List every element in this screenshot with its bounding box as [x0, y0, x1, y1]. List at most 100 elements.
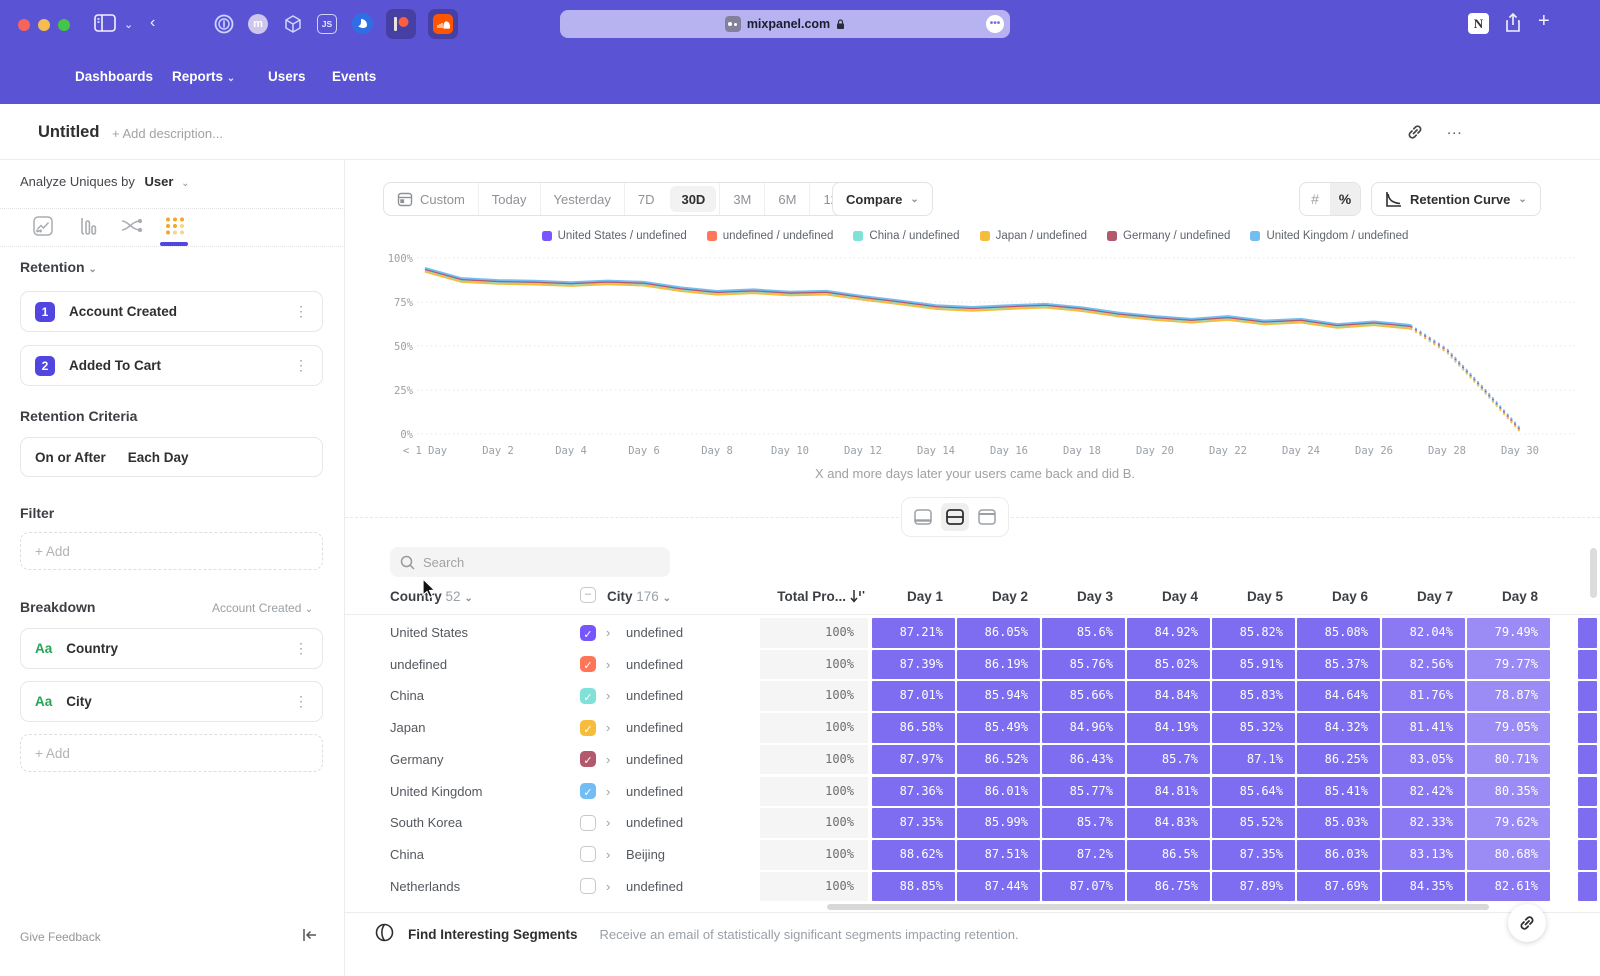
report-title[interactable]: Untitled	[38, 123, 99, 142]
retention-cell[interactable]: 87.07%	[1042, 872, 1125, 902]
expand-row-icon[interactable]: ›	[606, 650, 610, 680]
retention-cell[interactable]: 86.43%	[1042, 745, 1125, 775]
row-checkbox[interactable]	[580, 846, 596, 862]
retention-cell[interactable]: 85.49%	[957, 713, 1040, 743]
retention-cell[interactable]: 85.32%	[1212, 713, 1295, 743]
nav-events[interactable]: Events	[332, 69, 376, 84]
extension-onepassword-icon[interactable]	[214, 14, 234, 34]
analyze-uniques-row[interactable]: Analyze Uniques by User ⌄	[20, 174, 189, 189]
retention-cell[interactable]: 84.32%	[1297, 713, 1380, 743]
retention-cell[interactable]: 82.33%	[1382, 808, 1465, 838]
retention-cell[interactable]: 84.96%	[1042, 713, 1125, 743]
legend-item[interactable]: undefined / undefined	[707, 230, 834, 242]
retention-cell[interactable]: 85.7%	[1127, 745, 1210, 775]
add-description[interactable]: + Add description...	[112, 126, 223, 141]
legend-item[interactable]: United Kingdom / undefined	[1250, 230, 1408, 242]
expand-row-icon[interactable]: ›	[606, 808, 610, 838]
nav-users[interactable]: Users	[268, 69, 306, 84]
retention-cell[interactable]: 86.01%	[957, 777, 1040, 807]
give-feedback-link[interactable]: Give Feedback	[20, 930, 101, 944]
column-day[interactable]: Day 7	[1382, 589, 1465, 604]
retention-cell[interactable]: 85.03%	[1297, 808, 1380, 838]
retention-cell[interactable]: 86.25%	[1297, 745, 1380, 775]
retention-cell[interactable]: 87.44%	[957, 872, 1040, 902]
column-total[interactable]: Total Pro...	[760, 589, 846, 604]
legend-item[interactable]: China / undefined	[853, 230, 959, 242]
range-7d[interactable]: 7D	[624, 183, 668, 215]
breakdown-card-city[interactable]: Aa City ⋮	[20, 681, 323, 722]
breakdown-property-name[interactable]: City	[66, 694, 294, 709]
column-city[interactable]: City 176 ⌄	[607, 589, 671, 604]
kebab-menu-icon[interactable]: ⋮	[294, 303, 308, 320]
layout-table-icon[interactable]	[973, 503, 1001, 531]
chart-type-button[interactable]: Retention Curve⌄	[1371, 182, 1541, 216]
breakdown-card-country[interactable]: Aa Country ⋮	[20, 628, 323, 669]
retention-cell[interactable]: 84.19%	[1127, 713, 1210, 743]
retention-cell[interactable]: 81.41%	[1382, 713, 1465, 743]
back-icon[interactable]: ‹	[150, 14, 155, 32]
percent-toggle[interactable]: %	[1330, 183, 1360, 215]
retention-cell[interactable]: 82.04%	[1382, 618, 1465, 648]
extension-m-icon[interactable]: m	[248, 14, 268, 34]
retention-cell[interactable]: 87.35%	[1212, 840, 1295, 870]
more-actions[interactable]: ...	[1447, 121, 1463, 138]
horizontal-scrollbar[interactable]	[827, 904, 1489, 910]
retention-cell[interactable]: 85.91%	[1212, 650, 1295, 680]
expand-row-icon[interactable]: ›	[606, 713, 610, 743]
retention-cell[interactable]: 85.94%	[957, 681, 1040, 711]
range-today[interactable]: Today	[478, 183, 540, 215]
retention-cell[interactable]: 86.52%	[957, 745, 1040, 775]
new-tab-icon[interactable]: +	[1538, 10, 1550, 33]
row-checkbox[interactable]: ✓	[580, 751, 596, 767]
retention-cell[interactable]: 86.58%	[872, 713, 955, 743]
collapse-sidebar-icon[interactable]	[302, 928, 318, 947]
row-checkbox[interactable]: ✓	[580, 783, 596, 799]
row-checkbox[interactable]: ✓	[580, 688, 596, 704]
step-event-name[interactable]: Account Created	[69, 304, 294, 319]
retention-cell[interactable]: 85.99%	[957, 808, 1040, 838]
retention-cell[interactable]: 86.05%	[957, 618, 1040, 648]
copy-link-icon[interactable]	[1405, 122, 1425, 147]
nav-reports[interactable]: Reports ⌄	[172, 69, 235, 84]
browser-sidebar-icon[interactable]	[94, 13, 116, 38]
retention-cell[interactable]: 85.6%	[1042, 618, 1125, 648]
traffic-lights[interactable]	[18, 18, 78, 36]
extension-soundcloud-icon[interactable]	[428, 9, 458, 39]
step-card-2[interactable]: 2 Added To Cart ⋮	[20, 345, 323, 386]
retention-cell[interactable]: 84.81%	[1127, 777, 1210, 807]
retention-cell[interactable]: 84.83%	[1127, 808, 1210, 838]
retention-cell[interactable]: 85.82%	[1212, 618, 1295, 648]
criteria-each-day[interactable]: Each Day	[128, 450, 189, 465]
retention-cell[interactable]: 85.37%	[1297, 650, 1380, 680]
legend-item[interactable]: Germany / undefined	[1107, 230, 1230, 242]
criteria-card[interactable]: On or After Each Day	[20, 437, 323, 477]
range-3m[interactable]: 3M	[719, 183, 764, 215]
retention-cell[interactable]: 87.01%	[872, 681, 955, 711]
retention-cell[interactable]: 85.52%	[1212, 808, 1295, 838]
breakdown-property-name[interactable]: Country	[66, 641, 294, 656]
retention-cell[interactable]: 87.36%	[872, 777, 955, 807]
breakdown-event-selector[interactable]: Account Created ⌄	[212, 601, 313, 615]
retention-cell[interactable]: 79.49%	[1467, 618, 1550, 648]
retention-cell[interactable]: 85.77%	[1042, 777, 1125, 807]
share-link-fab[interactable]	[1508, 904, 1546, 942]
retention-section-header[interactable]: Retention ⌄	[20, 259, 97, 275]
retention-cell[interactable]: 86.19%	[957, 650, 1040, 680]
retention-cell[interactable]: 80.68%	[1467, 840, 1550, 870]
retention-cell[interactable]: 88.85%	[872, 872, 955, 902]
expand-row-icon[interactable]: ›	[606, 618, 610, 648]
url-bar[interactable]: mixpanel.com •••	[560, 10, 1010, 38]
retention-cell[interactable]: 85.02%	[1127, 650, 1210, 680]
segments-title[interactable]: Find Interesting Segments	[408, 927, 578, 942]
select-all-checkbox[interactable]: –	[580, 587, 596, 603]
range-6m[interactable]: 6M	[764, 183, 809, 215]
criteria-on-or-after[interactable]: On or After	[35, 450, 106, 465]
retention-cell[interactable]: 84.35%	[1382, 872, 1465, 902]
extension-patreon-icon[interactable]	[386, 9, 416, 39]
retention-cell[interactable]: 85.7%	[1042, 808, 1125, 838]
analyze-value[interactable]: User	[145, 174, 174, 189]
expand-row-icon[interactable]: ›	[606, 745, 610, 775]
retention-cell[interactable]: 87.69%	[1297, 872, 1380, 902]
retention-cell[interactable]: 85.66%	[1042, 681, 1125, 711]
extension-js-icon[interactable]: JS	[317, 14, 337, 34]
